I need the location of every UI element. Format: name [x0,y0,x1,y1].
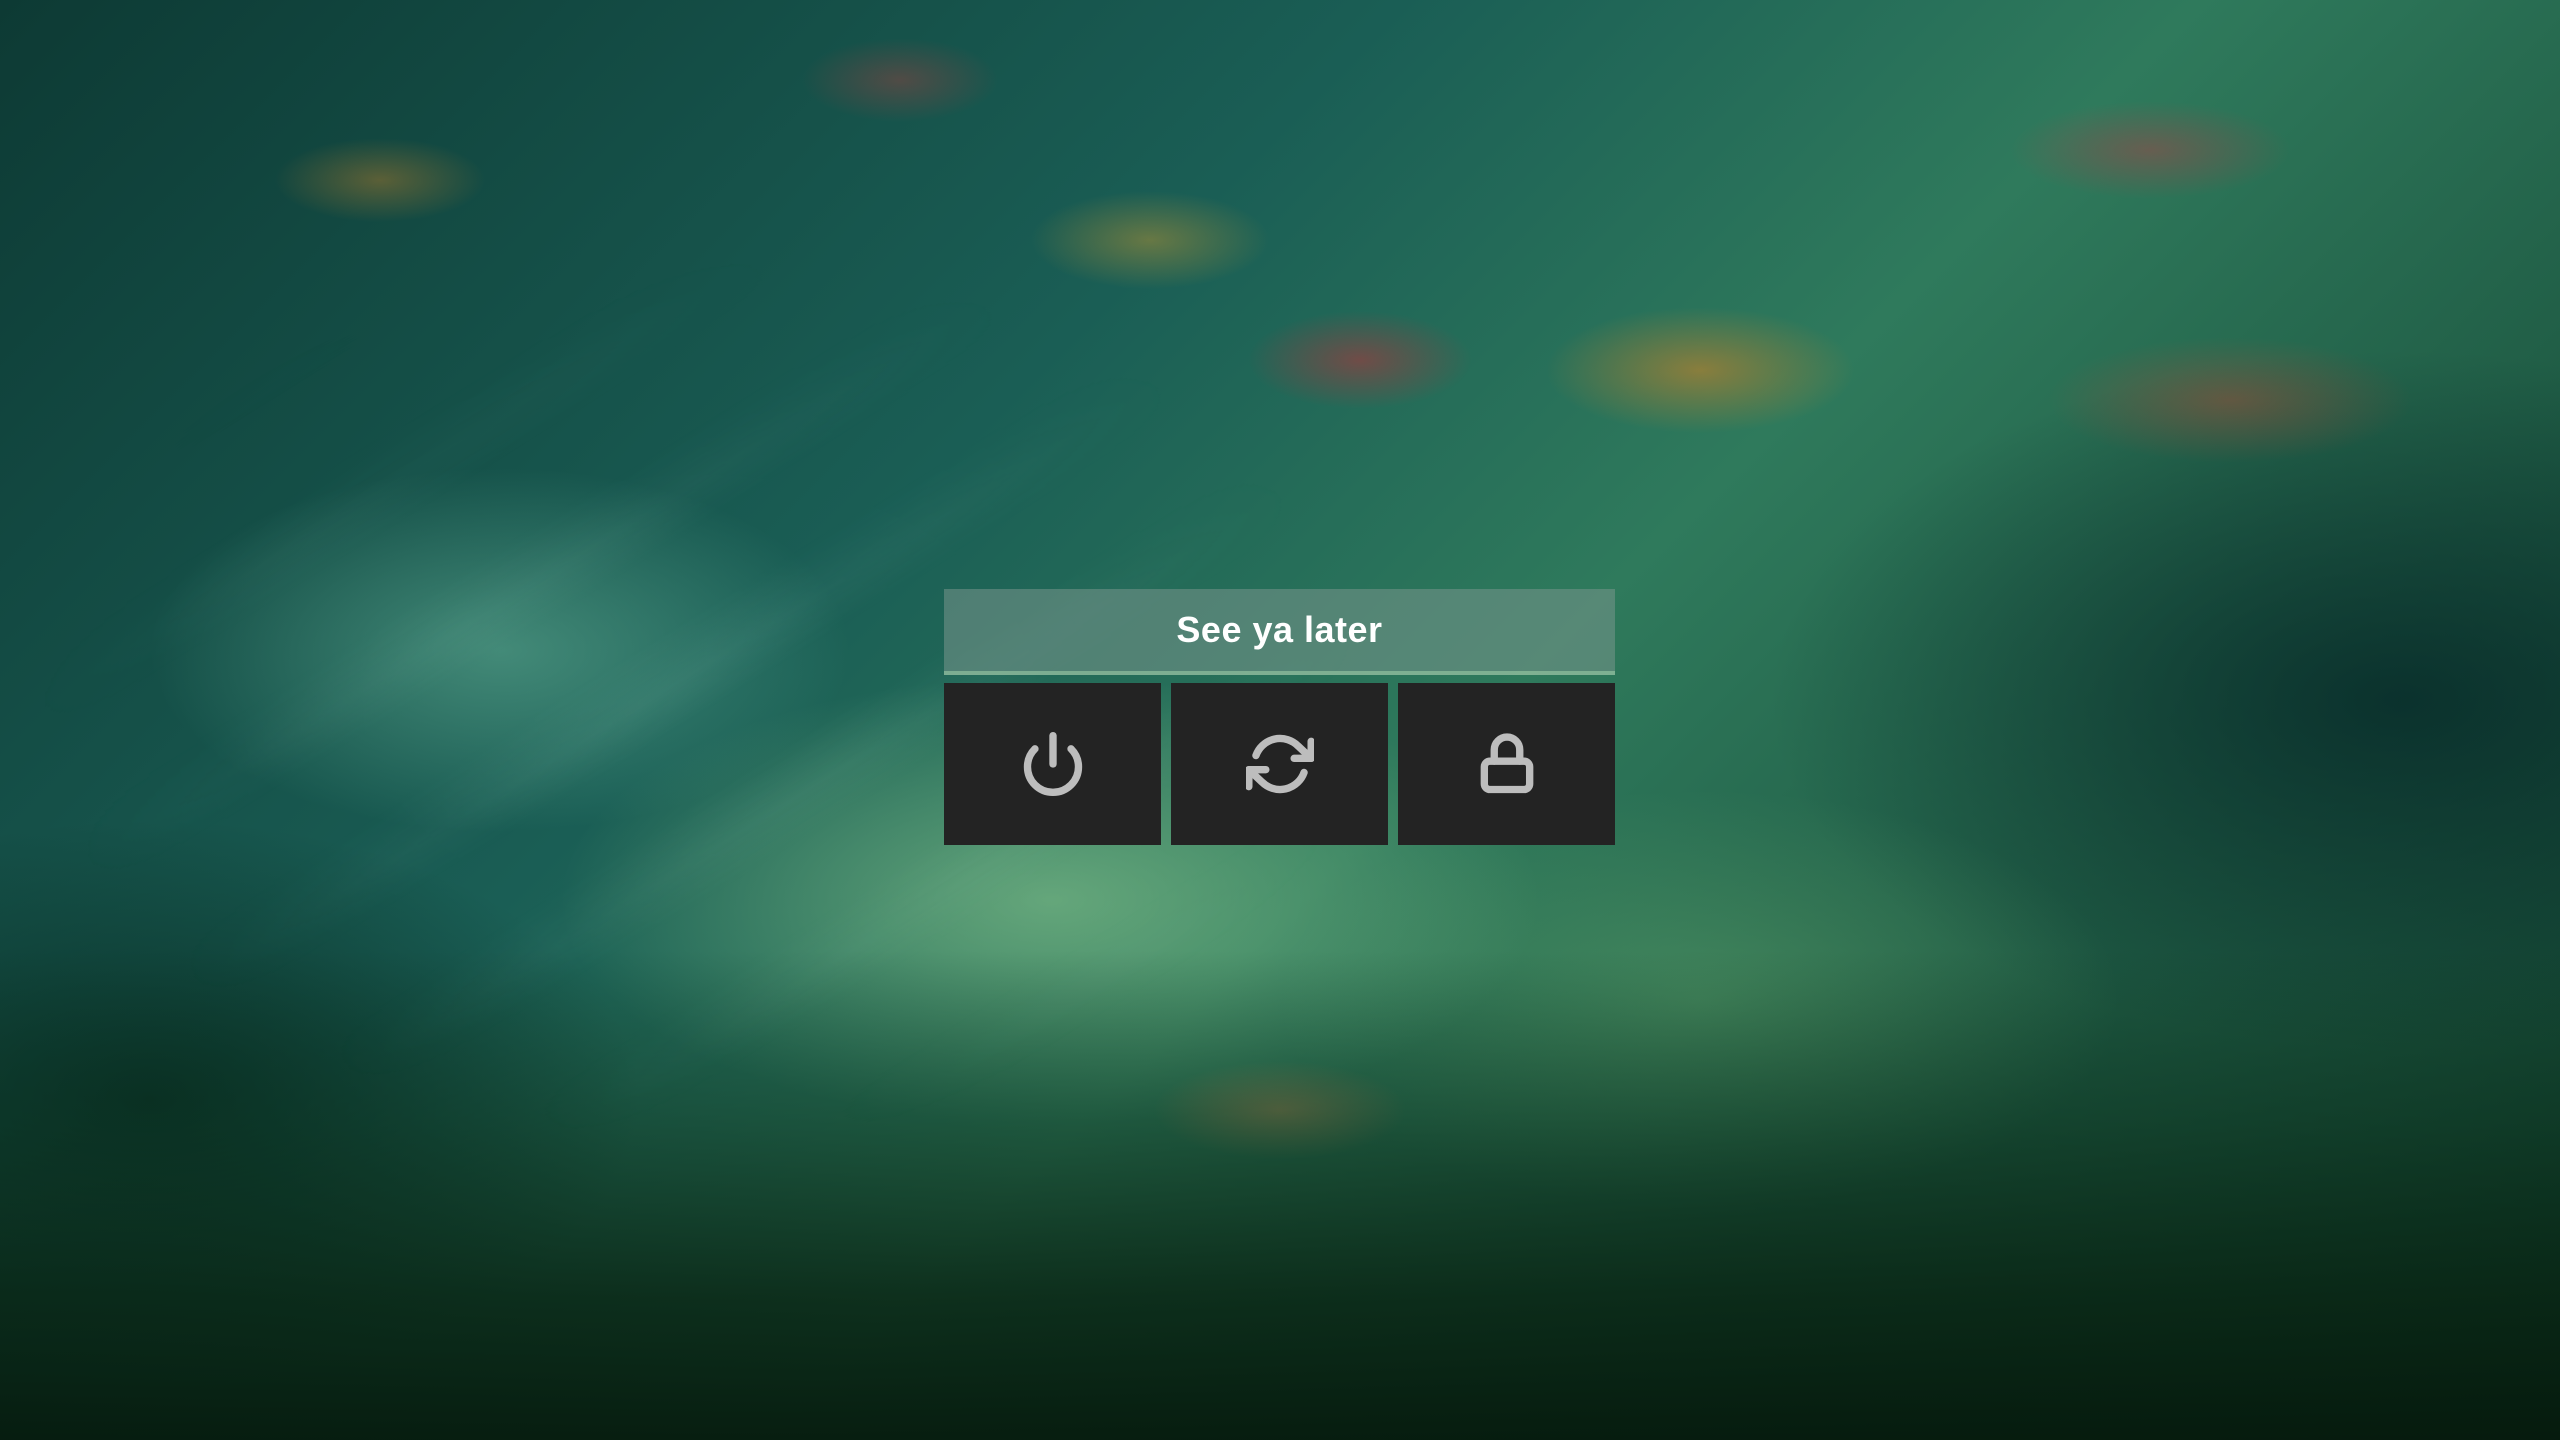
lock-button[interactable] [1398,683,1615,845]
lock-icon [1480,733,1533,794]
session-menu-header: See ya later [944,589,1615,675]
power-icon [1023,731,1082,796]
session-menu: See ya later [944,589,1615,845]
restart-button[interactable] [1171,683,1388,845]
desktop-wallpaper: See ya later [0,0,2560,1440]
restart-icon [1245,734,1314,794]
shutdown-button[interactable] [944,683,1161,845]
session-menu-title: See ya later [1176,609,1383,650]
session-menu-buttons [944,683,1615,845]
